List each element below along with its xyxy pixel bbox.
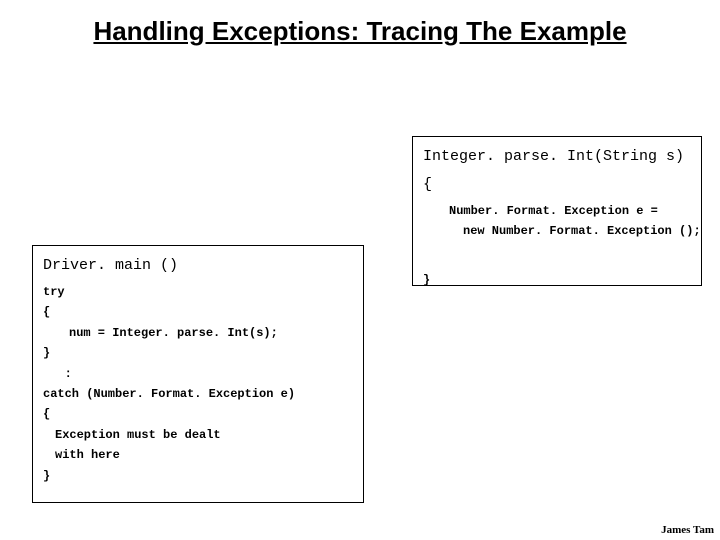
code-line: Exception must be dealt [43, 425, 353, 445]
code-line: with here [43, 445, 353, 465]
code-line: num = Integer. parse. Int(s); [43, 323, 353, 343]
code-line: new Number. Format. Exception (); [423, 221, 691, 241]
code-line: { [43, 302, 353, 322]
code-line: try [43, 282, 353, 302]
code-box-driver: Driver. main () try { num = Integer. par… [32, 245, 364, 503]
open-brace: { [423, 173, 691, 197]
slide-title: Handling Exceptions: Tracing The Example [0, 16, 720, 47]
code-line: : [43, 364, 353, 384]
author-footnote: James Tam [661, 524, 714, 536]
code-line: catch (Number. Format. Exception e) [43, 384, 353, 404]
close-brace: } [423, 270, 691, 290]
code-line: } [43, 466, 353, 486]
method-signature: Driver. main () [43, 254, 353, 278]
method-signature: Integer. parse. Int(String s) [423, 145, 691, 169]
code-box-parseint: Integer. parse. Int(String s) { Number. … [412, 136, 702, 286]
code-line: } [43, 343, 353, 363]
code-line: { [43, 404, 353, 424]
code-line: Number. Format. Exception e = [423, 201, 691, 221]
